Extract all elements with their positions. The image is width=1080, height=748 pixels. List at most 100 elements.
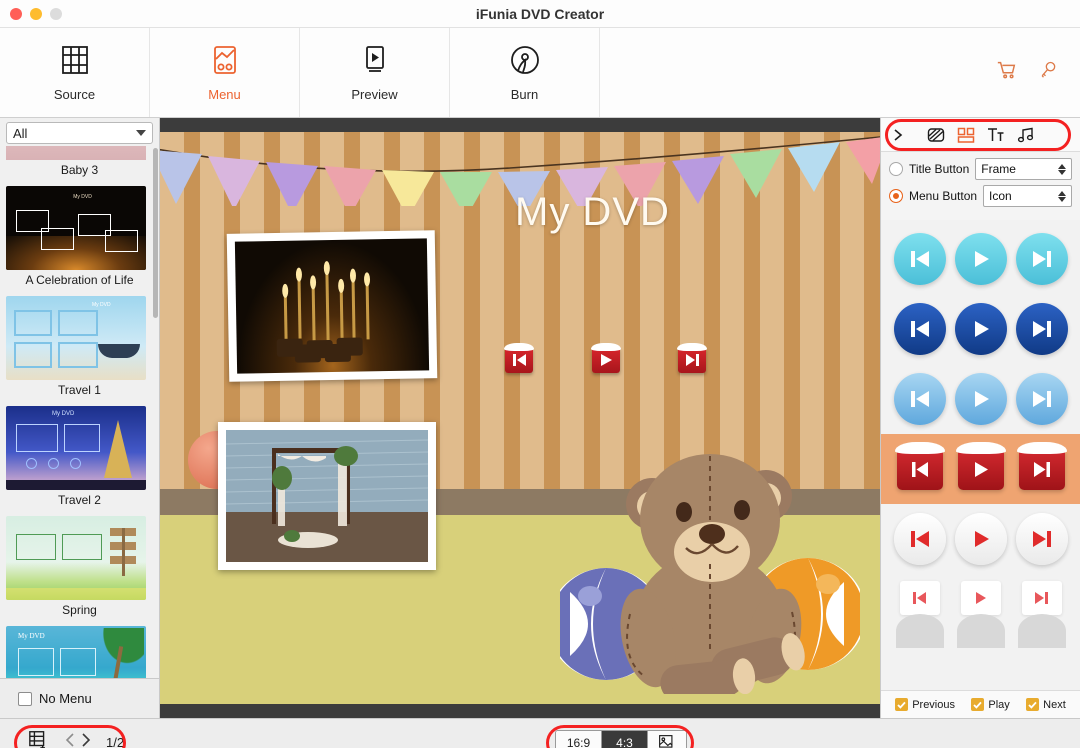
shopping-cart-icon[interactable] bbox=[996, 59, 1018, 86]
photo-content bbox=[235, 238, 429, 373]
next-visibility-checkbox[interactable]: Next bbox=[1026, 698, 1066, 711]
window-title: iFunia DVD Creator bbox=[0, 6, 1080, 22]
canvas-play-button[interactable] bbox=[592, 347, 620, 373]
button-style-row-white-red[interactable] bbox=[881, 504, 1080, 574]
template-list[interactable]: Baby 3 My DVD A Celebration of Life My D… bbox=[0, 146, 159, 678]
title-button-style-select[interactable]: Frame bbox=[975, 158, 1072, 180]
menu-button-style-value: Icon bbox=[989, 189, 1012, 203]
panel-toolbar bbox=[881, 118, 1080, 152]
title-button-option-row[interactable]: Title Button Frame bbox=[889, 158, 1072, 180]
page-prev-next-arrows bbox=[64, 732, 92, 748]
photo-content bbox=[226, 430, 428, 562]
prev-button-style-flat-red[interactable] bbox=[900, 581, 940, 615]
template-label: Spring bbox=[6, 600, 153, 622]
add-image-icon[interactable] bbox=[648, 731, 686, 748]
next-button-style-snow-red[interactable] bbox=[1019, 448, 1065, 490]
toolbar-item-source[interactable]: Source bbox=[0, 28, 150, 117]
template-label: A Celebration of Life bbox=[6, 270, 153, 292]
template-thumbnail: My DVD bbox=[6, 626, 146, 678]
window-titlebar: iFunia DVD Creator bbox=[0, 0, 1080, 28]
next-button-style-gray[interactable] bbox=[1018, 614, 1066, 648]
prev-button-style-gray[interactable] bbox=[896, 614, 944, 648]
canvas-next-button[interactable] bbox=[678, 347, 706, 373]
prev-button-style-sky-blue[interactable] bbox=[894, 373, 946, 425]
sidebar-scrollbar[interactable] bbox=[153, 148, 158, 318]
text-style-icon[interactable] bbox=[987, 126, 1005, 144]
checkmark-icon bbox=[971, 698, 984, 711]
birthday-candles-photo[interactable] bbox=[227, 230, 438, 382]
menu-button-style-select[interactable]: Icon bbox=[983, 185, 1072, 207]
button-layout-icon[interactable] bbox=[957, 126, 975, 144]
canvas-previous-button[interactable] bbox=[505, 347, 533, 373]
chevron-right-icon[interactable] bbox=[79, 732, 92, 748]
play-button-style-snow-red[interactable] bbox=[958, 448, 1004, 490]
play-button-style-light-blue[interactable] bbox=[955, 233, 1007, 285]
canvas-top-band bbox=[160, 118, 880, 132]
button-style-gallery[interactable] bbox=[881, 220, 1080, 690]
key-icon[interactable] bbox=[1038, 59, 1058, 86]
background-pattern-icon[interactable] bbox=[927, 126, 945, 144]
menu-preview-area: My DVD bbox=[160, 118, 880, 718]
no-menu-row[interactable]: No Menu bbox=[0, 678, 159, 718]
template-item-spring[interactable]: Spring bbox=[6, 516, 153, 622]
play-button-style-sky-blue[interactable] bbox=[955, 373, 1007, 425]
template-item-travel-2[interactable]: My DVD Travel 2 bbox=[6, 406, 153, 512]
prev-button-style-dark-blue[interactable] bbox=[894, 303, 946, 355]
music-note-icon[interactable] bbox=[1017, 126, 1035, 144]
aspect-ratio-group: 16:9 4:3 bbox=[555, 730, 687, 748]
button-style-row-dark-blue[interactable] bbox=[881, 294, 1080, 364]
play-button-style-gray[interactable] bbox=[957, 614, 1005, 648]
title-button-radio[interactable] bbox=[889, 162, 903, 176]
play-preview-icon bbox=[360, 44, 390, 81]
toolbar-item-preview[interactable]: Preview bbox=[300, 28, 450, 117]
toolbar-spacer bbox=[600, 28, 996, 117]
dvd-menu-canvas[interactable]: My DVD bbox=[160, 132, 880, 704]
template-item-celebration[interactable]: My DVD A Celebration of Life bbox=[6, 186, 153, 292]
template-label: Travel 2 bbox=[6, 490, 153, 512]
disc-burn-icon bbox=[509, 44, 541, 81]
next-button-style-dark-blue[interactable] bbox=[1016, 303, 1068, 355]
page-indicator: 1/2 bbox=[106, 735, 124, 748]
button-type-options: Title Button Frame Menu Button Icon bbox=[881, 152, 1080, 220]
aspect-ratio-16-9[interactable]: 16:9 bbox=[556, 731, 602, 748]
previous-visibility-checkbox[interactable]: Previous bbox=[895, 698, 955, 711]
template-item-summer[interactable]: My DVD Summer bbox=[6, 626, 153, 678]
next-button-style-sky-blue[interactable] bbox=[1016, 373, 1068, 425]
button-style-row-sky-blue[interactable] bbox=[881, 364, 1080, 434]
button-style-row-snow-red-selected[interactable] bbox=[881, 434, 1080, 504]
toolbar-label-burn: Burn bbox=[511, 87, 538, 102]
template-filter-select[interactable]: All bbox=[6, 122, 153, 144]
next-button-style-white-red[interactable] bbox=[1016, 513, 1068, 565]
play-visibility-checkbox[interactable]: Play bbox=[971, 698, 1009, 711]
button-style-row-light-blue[interactable] bbox=[881, 224, 1080, 294]
toolbar-item-burn[interactable]: Burn bbox=[450, 28, 600, 117]
template-thumbnail bbox=[6, 516, 146, 600]
prev-button-style-white-red[interactable] bbox=[894, 513, 946, 565]
button-style-row-gray-partial[interactable] bbox=[881, 622, 1080, 648]
template-thumbnail-partial bbox=[6, 146, 153, 160]
template-item-travel-1[interactable]: My DVD Travel 1 bbox=[6, 296, 153, 402]
play-button-style-dark-blue[interactable] bbox=[955, 303, 1007, 355]
next-button-style-flat-red[interactable] bbox=[1022, 581, 1062, 615]
add-page-icon[interactable] bbox=[28, 729, 50, 748]
chevron-left-icon[interactable] bbox=[64, 732, 77, 748]
page-navigation: 1/2 bbox=[28, 729, 124, 748]
no-menu-checkbox[interactable] bbox=[18, 692, 32, 706]
prev-button-style-snow-red[interactable] bbox=[897, 448, 943, 490]
menu-button-radio[interactable] bbox=[889, 189, 903, 203]
properties-panel: Title Button Frame Menu Button Icon bbox=[880, 118, 1080, 718]
menu-button-option-row[interactable]: Menu Button Icon bbox=[889, 185, 1072, 207]
template-item-baby-3[interactable]: Baby 3 bbox=[6, 146, 153, 182]
play-button-style-white-red[interactable] bbox=[955, 513, 1007, 565]
play-button-style-flat-red[interactable] bbox=[961, 581, 1001, 615]
title-button-label: Title Button bbox=[909, 162, 969, 176]
next-button-style-light-blue[interactable] bbox=[1016, 233, 1068, 285]
prev-button-style-light-blue[interactable] bbox=[894, 233, 946, 285]
toolbar-item-menu[interactable]: Menu bbox=[150, 28, 300, 117]
main-toolbar: Source Menu Preview Bur bbox=[0, 28, 1080, 118]
beach-wedding-arch-photo[interactable] bbox=[218, 422, 436, 570]
expand-arrow-icon[interactable] bbox=[891, 127, 905, 143]
checkmark-icon bbox=[1026, 698, 1039, 711]
aspect-ratio-4-3[interactable]: 4:3 bbox=[602, 731, 648, 748]
dvd-title-text[interactable]: My DVD bbox=[515, 190, 670, 235]
